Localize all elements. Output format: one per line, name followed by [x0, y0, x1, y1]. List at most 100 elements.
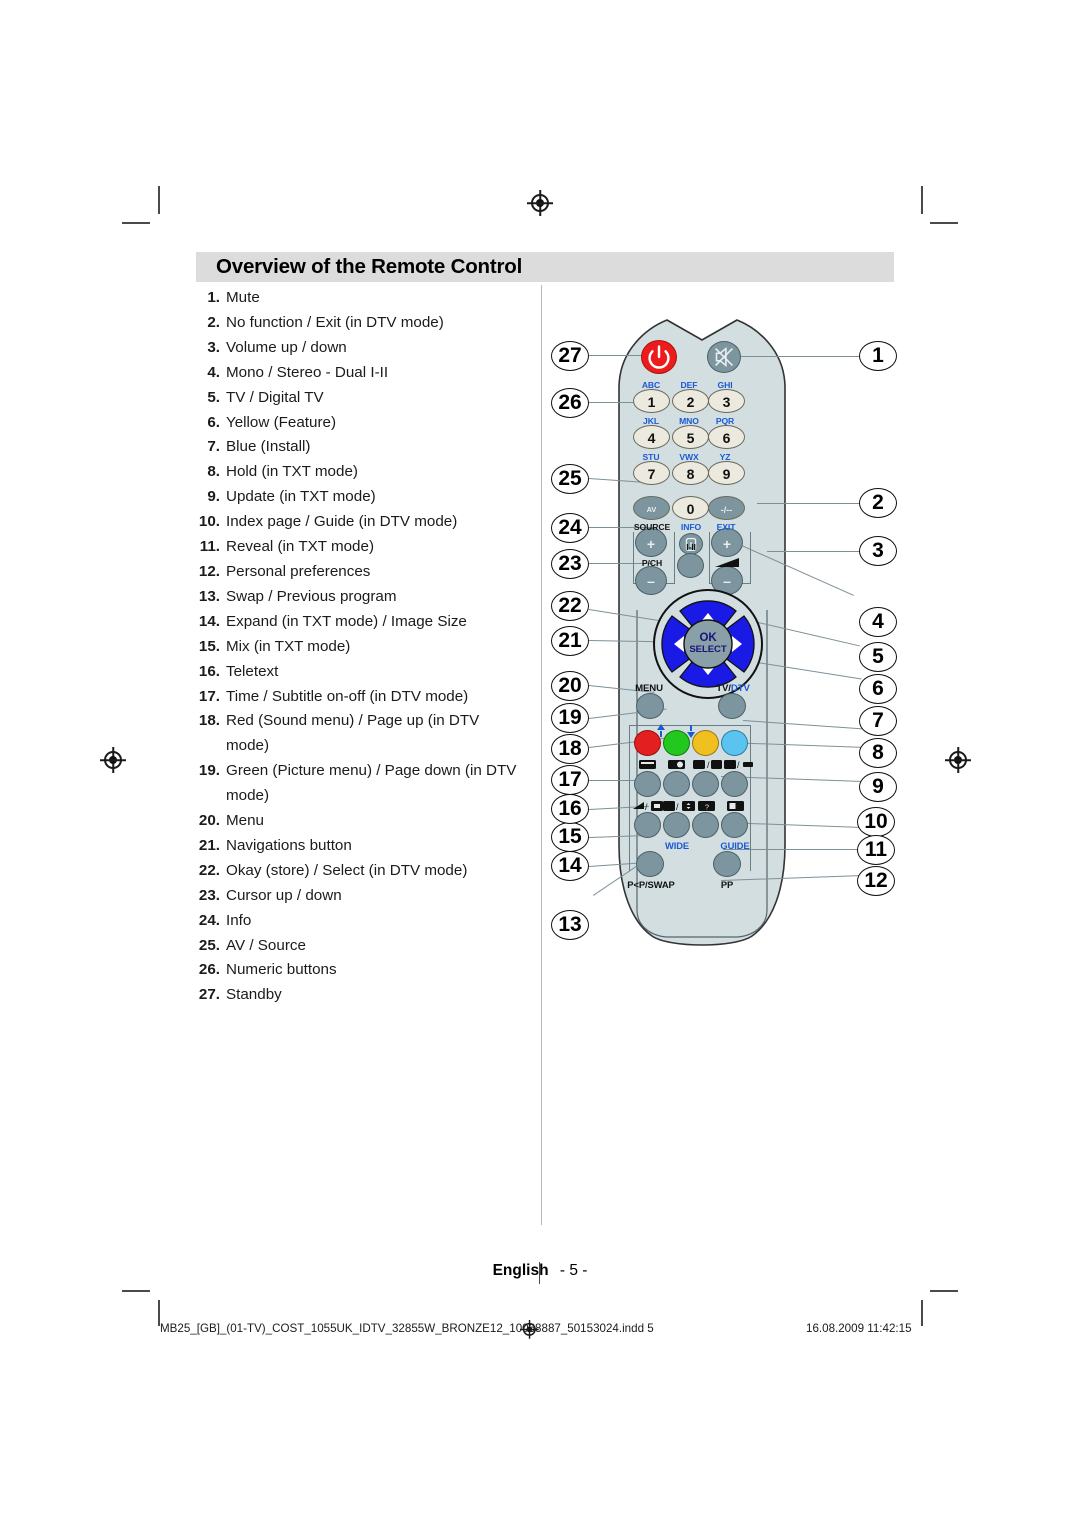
feature-item-text: Mono / Stereo - Dual I-II — [226, 363, 389, 381]
callout-10[interactable]: 10 — [857, 807, 895, 837]
mono-stereo-button[interactable] — [677, 553, 704, 578]
volume-up-button[interactable]: + — [711, 528, 743, 557]
callout-12[interactable]: 12 — [857, 866, 895, 896]
numeric-key-8[interactable]: 8 — [672, 461, 709, 485]
key-alpha-yz: YZ — [719, 452, 731, 462]
feature-item-text: Numeric buttons — [226, 961, 337, 979]
numeric-key-7[interactable]: 7 — [633, 461, 670, 485]
tv-dtv-button[interactable] — [718, 693, 746, 719]
callout-6[interactable]: 6 — [859, 674, 897, 704]
teletext-button[interactable] — [721, 812, 748, 838]
callout-26[interactable]: 26 — [551, 388, 589, 418]
numeric-key-4-label: 4 — [647, 430, 656, 446]
numeric-key-9[interactable]: 9 — [708, 461, 745, 485]
callout-9[interactable]: 9 — [859, 772, 897, 802]
update-button[interactable] — [663, 771, 690, 797]
av-source-button[interactable]: AV — [633, 496, 670, 520]
teletext-icon-update — [668, 760, 685, 769]
wide-label: WIDE — [664, 840, 690, 851]
channel-up-button[interactable]: + — [635, 528, 667, 557]
pch-label: P/CH — [641, 558, 663, 568]
callout-3[interactable]: 3 — [859, 536, 897, 566]
numeric-key-6[interactable]: 6 — [708, 425, 745, 449]
feature-list-item: 18. Red (Sound menu) / Page up (in DTV mo… — [196, 709, 526, 759]
callout-15[interactable]: 15 — [551, 822, 589, 852]
menu-button[interactable] — [636, 693, 664, 719]
feature-item-number: 12. — [198, 562, 220, 580]
guide-label: GUIDE — [720, 840, 750, 851]
registration-mark-left — [100, 747, 126, 773]
numeric-key-5[interactable]: 5 — [672, 425, 709, 449]
feature-list-item: 27. Standby — [196, 983, 526, 1008]
feature-item-number: 21. — [198, 836, 220, 854]
swap-previous-program-button[interactable] — [636, 851, 664, 877]
feature-item-number: 11. — [199, 538, 220, 556]
crop-mark-top-right-horizontal — [930, 222, 958, 224]
mix-button[interactable] — [692, 812, 719, 838]
callout-24[interactable]: 24 — [551, 513, 589, 543]
callout-7[interactable]: 7 — [859, 706, 897, 736]
callout-11[interactable]: 11 — [857, 835, 895, 865]
svg-text:/: / — [737, 760, 740, 770]
callout-16[interactable]: 16 — [551, 794, 589, 824]
hold-button[interactable] — [634, 771, 661, 797]
imprint-filename: MB25_[GB]_(01-TV)_COST_1055UK_IDTV_32855… — [160, 1322, 654, 1335]
numeric-key-0[interactable]: 0 — [672, 496, 709, 520]
mute-button[interactable] — [707, 341, 741, 373]
feature-item-text: Mix (in TXT mode) — [226, 637, 351, 655]
mute-icon — [714, 346, 734, 368]
feature-item-text: Time / Subtitle on-off (in DTV mode) — [226, 687, 469, 705]
personal-preferences-button[interactable] — [634, 812, 661, 838]
feature-item-text: Navigations button — [226, 836, 352, 854]
callout-2[interactable]: 2 — [859, 488, 897, 518]
power-standby-button[interactable] — [641, 340, 677, 374]
numeric-key-4[interactable]: 4 — [633, 425, 670, 449]
callout-13[interactable]: 13 — [551, 910, 589, 940]
feature-list-item: 16. Teletext — [196, 660, 526, 685]
feature-list-item: 24. Info — [196, 909, 526, 934]
callout-4[interactable]: 4 — [859, 607, 897, 637]
wide-image-size-button[interactable] — [663, 812, 690, 838]
callout-8[interactable]: 8 — [859, 738, 897, 768]
feature-item-number: 26. — [198, 961, 220, 979]
callout-23[interactable]: 23 — [551, 549, 589, 579]
callout-5[interactable]: 5 — [859, 642, 897, 672]
pp-button[interactable] — [713, 851, 741, 877]
feature-item-text: Menu — [226, 812, 264, 830]
volume-down-label: – — [723, 573, 731, 589]
title-underline — [196, 282, 894, 284]
callout-21[interactable]: 21 — [551, 626, 589, 656]
callout-27[interactable]: 27 — [551, 341, 589, 371]
feature-item-number: 1. — [207, 289, 220, 306]
feature-item-number: 19. — [198, 762, 220, 780]
feature-list-item: 1. Mute — [196, 286, 526, 311]
feature-item-number: 27. — [198, 986, 220, 1004]
callout-14[interactable]: 14 — [551, 851, 589, 881]
yellow-button[interactable] — [692, 730, 719, 756]
index-page-guide-button[interactable] — [692, 771, 719, 797]
feature-item-text: Volume up / down — [226, 338, 347, 356]
feature-item-text: Expand (in TXT mode) / Image Size — [226, 612, 467, 630]
callout-18[interactable]: 18 — [551, 734, 589, 764]
channel-down-label: – — [647, 573, 655, 589]
numeric-key-2[interactable]: 2 — [672, 389, 709, 413]
callout-25[interactable]: 25 — [551, 464, 589, 494]
source-label: SOURCE — [633, 522, 671, 532]
numeric-key-9-label: 9 — [722, 466, 731, 482]
callout-20[interactable]: 20 — [551, 671, 589, 701]
feature-item-text: Cursor up / down — [226, 886, 342, 904]
callout-22[interactable]: 22 — [551, 591, 589, 621]
info-label: INFO — [680, 522, 702, 532]
reveal-button[interactable] — [721, 771, 748, 797]
callout-17[interactable]: 17 — [551, 765, 589, 795]
numeric-key-3[interactable]: 3 — [708, 389, 745, 413]
callout-1[interactable]: 1 — [859, 341, 897, 371]
feature-list-item: 12. Personal preferences — [196, 560, 526, 585]
dash-exit-button[interactable]: -/-- — [708, 496, 745, 520]
callout-19[interactable]: 19 — [551, 703, 589, 733]
feature-list-item: 25. AV / Source — [196, 934, 526, 959]
feature-item-number: 2. — [207, 313, 220, 331]
numeric-key-1[interactable]: 1 — [633, 389, 670, 413]
feature-item-number: 24. — [198, 911, 220, 929]
blue-button[interactable] — [721, 730, 748, 756]
